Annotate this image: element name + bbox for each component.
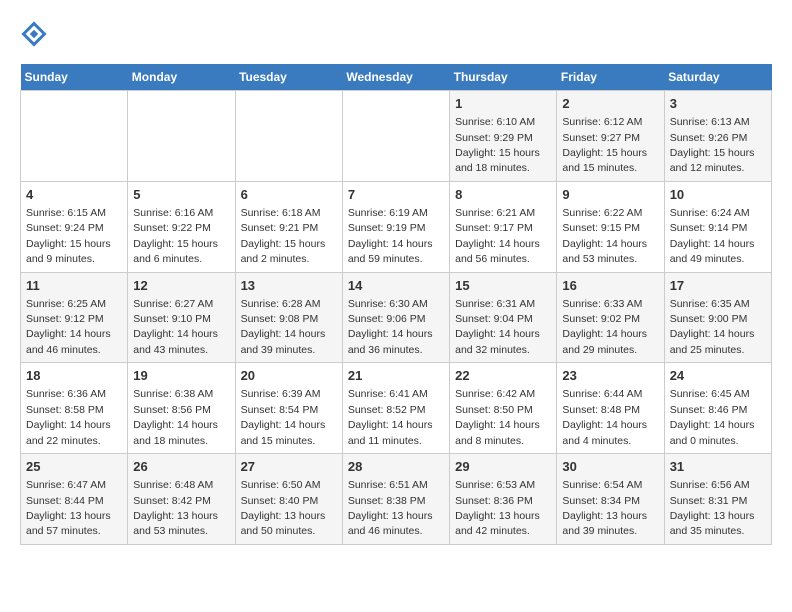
table-row: 19Sunrise: 6:38 AMSunset: 8:56 PMDayligh… [128, 363, 235, 454]
table-row: 7Sunrise: 6:19 AMSunset: 9:19 PMDaylight… [342, 181, 449, 272]
table-row: 12Sunrise: 6:27 AMSunset: 9:10 PMDayligh… [128, 272, 235, 363]
header-monday: Monday [128, 64, 235, 91]
table-row [21, 91, 128, 182]
header-friday: Friday [557, 64, 664, 91]
table-row: 30Sunrise: 6:54 AMSunset: 8:34 PMDayligh… [557, 454, 664, 545]
table-row: 21Sunrise: 6:41 AMSunset: 8:52 PMDayligh… [342, 363, 449, 454]
table-row: 3Sunrise: 6:13 AMSunset: 9:26 PMDaylight… [664, 91, 771, 182]
logo-icon [20, 20, 48, 48]
table-row: 14Sunrise: 6:30 AMSunset: 9:06 PMDayligh… [342, 272, 449, 363]
table-row: 4Sunrise: 6:15 AMSunset: 9:24 PMDaylight… [21, 181, 128, 272]
table-row: 1Sunrise: 6:10 AMSunset: 9:29 PMDaylight… [450, 91, 557, 182]
header [20, 20, 772, 48]
table-row: 29Sunrise: 6:53 AMSunset: 8:36 PMDayligh… [450, 454, 557, 545]
table-row: 25Sunrise: 6:47 AMSunset: 8:44 PMDayligh… [21, 454, 128, 545]
table-row: 15Sunrise: 6:31 AMSunset: 9:04 PMDayligh… [450, 272, 557, 363]
table-row: 5Sunrise: 6:16 AMSunset: 9:22 PMDaylight… [128, 181, 235, 272]
table-row: 17Sunrise: 6:35 AMSunset: 9:00 PMDayligh… [664, 272, 771, 363]
header-wednesday: Wednesday [342, 64, 449, 91]
table-row [128, 91, 235, 182]
table-row: 16Sunrise: 6:33 AMSunset: 9:02 PMDayligh… [557, 272, 664, 363]
calendar-body: 1Sunrise: 6:10 AMSunset: 9:29 PMDaylight… [21, 91, 772, 545]
table-row: 8Sunrise: 6:21 AMSunset: 9:17 PMDaylight… [450, 181, 557, 272]
table-row [235, 91, 342, 182]
logo [20, 20, 52, 48]
table-row: 27Sunrise: 6:50 AMSunset: 8:40 PMDayligh… [235, 454, 342, 545]
table-row: 26Sunrise: 6:48 AMSunset: 8:42 PMDayligh… [128, 454, 235, 545]
table-row: 28Sunrise: 6:51 AMSunset: 8:38 PMDayligh… [342, 454, 449, 545]
table-row: 23Sunrise: 6:44 AMSunset: 8:48 PMDayligh… [557, 363, 664, 454]
table-row: 9Sunrise: 6:22 AMSunset: 9:15 PMDaylight… [557, 181, 664, 272]
table-row: 10Sunrise: 6:24 AMSunset: 9:14 PMDayligh… [664, 181, 771, 272]
table-row: 20Sunrise: 6:39 AMSunset: 8:54 PMDayligh… [235, 363, 342, 454]
header-saturday: Saturday [664, 64, 771, 91]
header-tuesday: Tuesday [235, 64, 342, 91]
table-row: 13Sunrise: 6:28 AMSunset: 9:08 PMDayligh… [235, 272, 342, 363]
calendar-header: Sunday Monday Tuesday Wednesday Thursday… [21, 64, 772, 91]
header-thursday: Thursday [450, 64, 557, 91]
table-row: 6Sunrise: 6:18 AMSunset: 9:21 PMDaylight… [235, 181, 342, 272]
table-row [342, 91, 449, 182]
header-sunday: Sunday [21, 64, 128, 91]
table-row: 22Sunrise: 6:42 AMSunset: 8:50 PMDayligh… [450, 363, 557, 454]
table-row: 18Sunrise: 6:36 AMSunset: 8:58 PMDayligh… [21, 363, 128, 454]
table-row: 2Sunrise: 6:12 AMSunset: 9:27 PMDaylight… [557, 91, 664, 182]
table-row: 24Sunrise: 6:45 AMSunset: 8:46 PMDayligh… [664, 363, 771, 454]
calendar-table: Sunday Monday Tuesday Wednesday Thursday… [20, 64, 772, 545]
table-row: 31Sunrise: 6:56 AMSunset: 8:31 PMDayligh… [664, 454, 771, 545]
table-row: 11Sunrise: 6:25 AMSunset: 9:12 PMDayligh… [21, 272, 128, 363]
